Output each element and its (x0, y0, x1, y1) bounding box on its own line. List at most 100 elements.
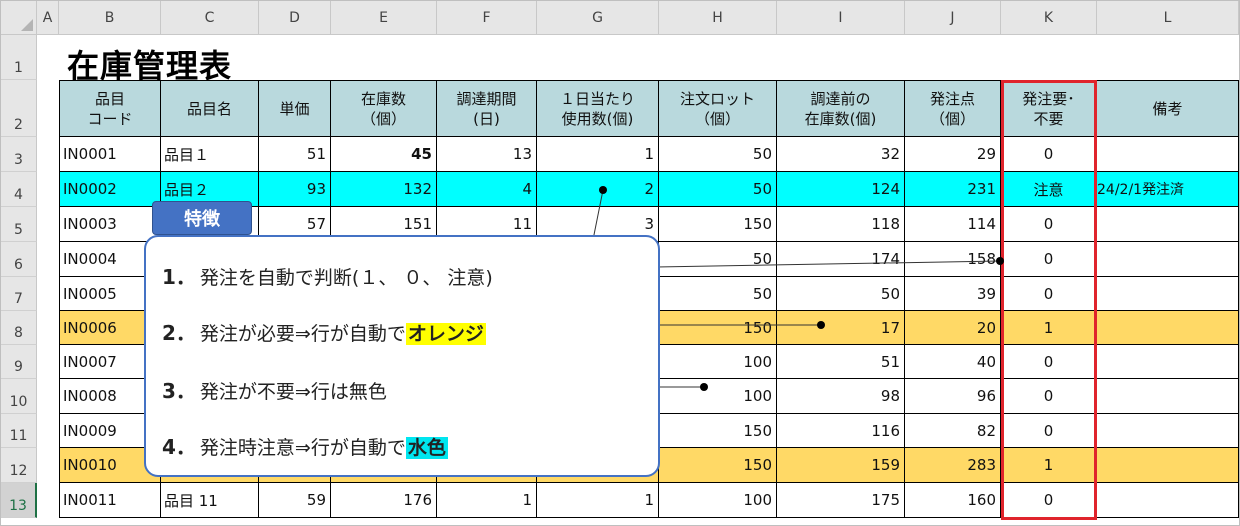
table-header-stock[interactable]: 在庫数 （個） (331, 80, 437, 137)
cell-point[interactable]: 82 (905, 414, 1001, 448)
cell-point[interactable]: 40 (905, 345, 1001, 379)
table-header-code[interactable]: 品目 コード (59, 80, 161, 137)
cell-memo[interactable] (1097, 242, 1239, 277)
row-header-2[interactable]: 2 (1, 80, 37, 137)
select-all-corner[interactable] (1, 1, 37, 35)
row-header-1[interactable]: 1 (1, 35, 37, 80)
cell-code[interactable]: IN0002 (59, 172, 161, 207)
column-header-j[interactable]: J (905, 1, 1001, 35)
cell-stock[interactable]: 132 (331, 172, 437, 207)
cell-stock[interactable]: 45 (331, 137, 437, 172)
cell-pre[interactable]: 17 (777, 311, 905, 345)
cell-point[interactable]: 39 (905, 277, 1001, 311)
cell-pre[interactable]: 51 (777, 345, 905, 379)
cell-need[interactable]: 0 (1001, 483, 1097, 518)
row-header-11[interactable]: 11 (1, 414, 37, 448)
row-header-5[interactable]: 5 (1, 207, 37, 242)
cell-code[interactable]: IN0003 (59, 207, 161, 242)
column-header-d[interactable]: D (259, 1, 331, 35)
cell-point[interactable]: 114 (905, 207, 1001, 242)
cell-name[interactable]: 品目１ (161, 137, 259, 172)
row-header-13[interactable]: 13 (1, 483, 37, 518)
cell-memo[interactable] (1097, 345, 1239, 379)
cell-daily[interactable]: 1 (537, 137, 659, 172)
cell-memo[interactable] (1097, 379, 1239, 414)
cell-point[interactable]: 29 (905, 137, 1001, 172)
cell-lot[interactable]: 50 (659, 242, 777, 277)
cell-pre[interactable]: 159 (777, 448, 905, 483)
cell-lot[interactable]: 150 (659, 448, 777, 483)
cell-memo[interactable] (1097, 207, 1239, 242)
column-header-f[interactable]: F (437, 1, 537, 35)
cell-lot[interactable]: 100 (659, 379, 777, 414)
cell-point[interactable]: 96 (905, 379, 1001, 414)
cell-point[interactable]: 283 (905, 448, 1001, 483)
cell-pre[interactable]: 50 (777, 277, 905, 311)
column-header-i[interactable]: I (777, 1, 905, 35)
cell-need[interactable]: 1 (1001, 448, 1097, 483)
cell-stock[interactable]: 176 (331, 483, 437, 518)
cell-need[interactable]: 注意 (1001, 172, 1097, 207)
cell-pre[interactable]: 124 (777, 172, 905, 207)
row-header-10[interactable]: 10 (1, 379, 37, 414)
cell-point[interactable]: 160 (905, 483, 1001, 518)
cell-need[interactable]: 0 (1001, 242, 1097, 277)
column-header-h[interactable]: H (659, 1, 777, 35)
cell-memo[interactable] (1097, 414, 1239, 448)
table-header-point[interactable]: 発注点 （個） (905, 80, 1001, 137)
cell-lot[interactable]: 100 (659, 483, 777, 518)
cell-need[interactable]: 0 (1001, 207, 1097, 242)
cell-pre[interactable]: 118 (777, 207, 905, 242)
cell-period[interactable]: 1 (437, 483, 537, 518)
table-header-memo[interactable]: 備考 (1097, 80, 1239, 137)
cell-memo[interactable] (1097, 137, 1239, 172)
column-header-a[interactable]: A (37, 1, 59, 35)
cell-memo[interactable] (1097, 311, 1239, 345)
cell-memo[interactable]: 24/2/1発注済 (1097, 172, 1239, 207)
cell-lot[interactable]: 50 (659, 137, 777, 172)
cell-price[interactable]: 51 (259, 137, 331, 172)
cell-memo[interactable] (1097, 277, 1239, 311)
cell-period[interactable]: 13 (437, 137, 537, 172)
cell-memo[interactable] (1097, 448, 1239, 483)
cell-lot[interactable]: 50 (659, 277, 777, 311)
column-header-g[interactable]: G (537, 1, 659, 35)
column-header-l[interactable]: L (1097, 1, 1239, 35)
cell-lot[interactable]: 50 (659, 172, 777, 207)
cell-lot[interactable]: 100 (659, 345, 777, 379)
cell-need[interactable]: 0 (1001, 137, 1097, 172)
cell-need[interactable]: 0 (1001, 277, 1097, 311)
cell-need[interactable]: 0 (1001, 379, 1097, 414)
column-header-k[interactable]: K (1001, 1, 1097, 35)
row-header-9[interactable]: 9 (1, 345, 37, 379)
column-header-e[interactable]: E (331, 1, 437, 35)
cell-price[interactable]: 93 (259, 172, 331, 207)
cell-point[interactable]: 158 (905, 242, 1001, 277)
table-header-lot[interactable]: 注文ロット （個） (659, 80, 777, 137)
column-header-b[interactable]: B (59, 1, 161, 35)
cell-pre[interactable]: 174 (777, 242, 905, 277)
cell-pre[interactable]: 32 (777, 137, 905, 172)
cell-name[interactable]: 品目 11 (161, 483, 259, 518)
cell-lot[interactable]: 150 (659, 311, 777, 345)
cell-pre[interactable]: 98 (777, 379, 905, 414)
table-header-period[interactable]: 調達期間 (日) (437, 80, 537, 137)
row-header-12[interactable]: 12 (1, 448, 37, 483)
cell-price[interactable]: 59 (259, 483, 331, 518)
table-header-pre[interactable]: 調達前の 在庫数(個) (777, 80, 905, 137)
cell-need[interactable]: 0 (1001, 414, 1097, 448)
table-header-daily[interactable]: １日当たり 使用数(個) (537, 80, 659, 137)
cell-memo[interactable] (1097, 483, 1239, 518)
cell-pre[interactable]: 116 (777, 414, 905, 448)
cell-lot[interactable]: 150 (659, 414, 777, 448)
cell-daily[interactable]: 2 (537, 172, 659, 207)
cell-need[interactable]: 1 (1001, 311, 1097, 345)
cell-code[interactable]: IN0011 (59, 483, 161, 518)
column-header-c[interactable]: C (161, 1, 259, 35)
table-header-name[interactable]: 品目名 (161, 80, 259, 137)
table-header-need[interactable]: 発注要･ 不要 (1001, 80, 1097, 137)
cell-daily[interactable]: 1 (537, 483, 659, 518)
cell-point[interactable]: 231 (905, 172, 1001, 207)
row-header-6[interactable]: 6 (1, 242, 37, 277)
cell-code[interactable]: IN0001 (59, 137, 161, 172)
